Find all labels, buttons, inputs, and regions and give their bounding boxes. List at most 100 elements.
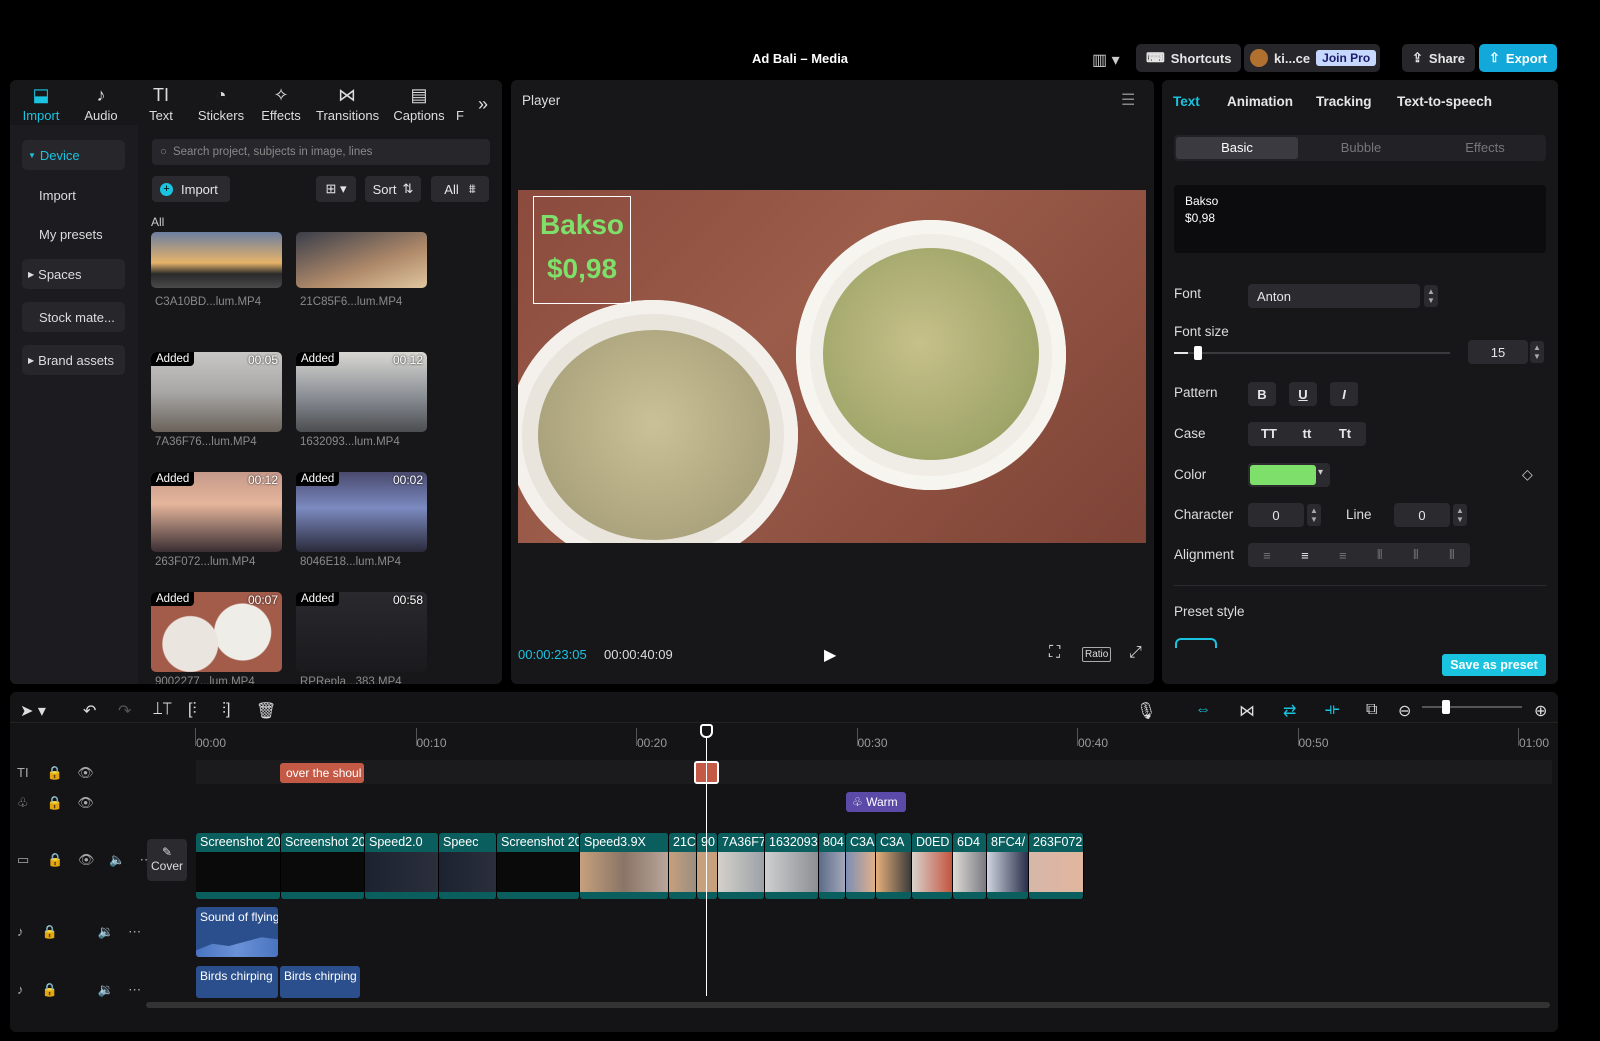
align-middle-icon[interactable]: ⦀ [1413, 547, 1419, 563]
zoom-out-icon[interactable]: ⊖ [1398, 701, 1411, 721]
align-right-icon[interactable]: ≡ [1339, 548, 1347, 563]
video-clip[interactable]: 7A36F7 [718, 833, 765, 899]
titlecase-button[interactable]: Tt [1330, 426, 1360, 441]
video-clip[interactable]: 8FC4/ [987, 833, 1029, 899]
sidebar-item-spaces[interactable]: ▶ Spaces [22, 259, 125, 289]
color-picker[interactable]: ▾ [1248, 463, 1330, 487]
audio-clip-1[interactable]: Sound of flying [196, 907, 278, 957]
eye-icon[interactable]: 👁 [77, 765, 94, 780]
underline-button[interactable]: U [1289, 382, 1317, 406]
props-tab-text-to-speech[interactable]: Text-to-speech [1397, 94, 1492, 109]
tab-transitions[interactable]: ⋈ Transitions [316, 84, 379, 123]
font-select[interactable]: Anton [1248, 284, 1420, 308]
media-thumbnail[interactable]: Added 00:07 [151, 592, 282, 672]
uppercase-button[interactable]: TT [1254, 426, 1284, 441]
lock-icon[interactable]: 🔒 [47, 852, 63, 867]
more-tabs-icon[interactable]: » [478, 94, 488, 115]
subtab-basic[interactable]: Basic [1176, 137, 1298, 159]
italic-button[interactable]: I [1330, 382, 1358, 406]
font-size-stepper[interactable]: ▲ ▼ [1530, 341, 1544, 363]
font-size-slider[interactable] [1174, 346, 1450, 360]
split-right-icon[interactable]: ⫶] [222, 701, 230, 719]
video-clip[interactable]: 6D4 [953, 833, 987, 899]
tab-f[interactable]: F [450, 108, 470, 123]
subtab-effects[interactable]: Effects [1424, 137, 1546, 159]
video-clip[interactable]: Screenshot 20 [497, 833, 580, 899]
video-clip[interactable]: 21C8 [669, 833, 697, 899]
cover-button[interactable]: ✎ Cover [147, 839, 187, 881]
split-left-icon[interactable]: [⫶ [188, 701, 196, 719]
keyframe-icon[interactable]: ◇ [1522, 466, 1533, 483]
save-as-preset-button[interactable]: Save as preset [1442, 654, 1546, 676]
screenshot-icon[interactable]: ⛶ [1049, 644, 1060, 662]
media-thumbnail[interactable]: Added 00:58 [296, 592, 427, 672]
font-size-input[interactable]: 15 [1468, 340, 1528, 364]
playhead-handle[interactable] [700, 724, 713, 738]
sidebar-item-stock-mate-[interactable]: Stock mate... [22, 302, 125, 332]
zoom-slider-handle[interactable] [1442, 700, 1450, 714]
sidebar-item-device[interactable]: ▼ Device [22, 140, 125, 170]
media-thumbnail[interactable] [296, 232, 427, 288]
volume-icon[interactable]: 🔉 [97, 924, 113, 939]
video-clip[interactable]: C3A [846, 833, 876, 899]
character-input[interactable]: 0 [1248, 503, 1304, 527]
preset-item-selected[interactable] [1175, 638, 1217, 648]
play-icon[interactable]: ▶ [824, 645, 836, 665]
video-clip[interactable]: C3A [876, 833, 912, 899]
sidebar-item-import[interactable]: Import [22, 180, 125, 210]
tab-captions[interactable]: ▤ Captions [388, 84, 450, 123]
line-input[interactable]: 0 [1394, 503, 1450, 527]
font-size-slider-handle[interactable] [1193, 346, 1202, 360]
redo-icon[interactable]: ↷ [118, 701, 131, 721]
fullscreen-icon[interactable]: ⤢ [1129, 644, 1142, 662]
microphone-icon[interactable]: 🎙 [1136, 701, 1156, 721]
media-thumbnail[interactable]: Added 00:05 [151, 352, 282, 432]
volume-icon[interactable]: 🔉 [97, 982, 113, 997]
import-button[interactable]: + Import [152, 176, 230, 202]
player-menu-icon[interactable]: ☰ [1121, 90, 1135, 110]
audio-clip-2[interactable]: Birds chirping [196, 966, 278, 998]
user-button[interactable]: ki...ce Join Pro [1244, 44, 1381, 72]
text-clip[interactable]: over the shoul [280, 763, 364, 783]
link-icon[interactable]: ⇔ [1195, 701, 1211, 719]
media-thumbnail[interactable]: Added 00:12 [296, 352, 427, 432]
tab-text[interactable]: TI Text [130, 84, 192, 123]
preview-axis-icon[interactable]: ⟛ [1325, 701, 1340, 719]
snap-icon[interactable]: ⇄ [1283, 701, 1296, 721]
align-bottom-icon[interactable]: ⦀ [1449, 547, 1455, 563]
eye-icon[interactable]: 👁 [78, 852, 95, 867]
ratio-button[interactable]: Ratio [1082, 647, 1112, 662]
props-tab-text[interactable]: Text [1173, 94, 1200, 109]
character-stepper[interactable]: ▲ ▼ [1307, 504, 1321, 526]
media-thumbnail[interactable]: Added 00:12 [151, 472, 282, 552]
video-clip[interactable]: 1632093 [765, 833, 819, 899]
sidebar-item-brand-assets[interactable]: ▶ Brand assets [22, 345, 125, 375]
export-button[interactable]: ⇧ Export [1479, 44, 1558, 72]
undo-icon[interactable]: ↶ [83, 701, 96, 721]
props-tab-tracking[interactable]: Tracking [1316, 94, 1372, 109]
align-top-icon[interactable]: ⦀ [1377, 547, 1383, 563]
video-clip[interactable]: D0ED [912, 833, 953, 899]
shortcuts-button[interactable]: ⌨ Shortcuts [1136, 44, 1242, 72]
media-thumbnail[interactable] [151, 232, 282, 288]
sidebar-item-my-presets[interactable]: My presets [22, 219, 125, 249]
align-center-icon[interactable]: ≡ [1301, 548, 1309, 563]
tab-stickers[interactable]: ◔ Stickers [190, 84, 252, 123]
split-icon[interactable]: ⟘⟙ [153, 701, 172, 719]
font-select-stepper[interactable]: ▲ ▼ [1424, 285, 1438, 307]
lowercase-button[interactable]: tt [1292, 426, 1322, 441]
zoom-in-icon[interactable]: ⊕ [1534, 701, 1547, 721]
sort-button[interactable]: Sort ⇅ [365, 176, 421, 202]
audio-clip-3[interactable]: Birds chirping [280, 966, 360, 998]
subtab-bubble[interactable]: Bubble [1300, 137, 1422, 159]
view-toggle-button[interactable]: ⊞ ▾ [316, 176, 356, 202]
text-overlay[interactable]: Bakso $0,98 [533, 196, 631, 304]
filter-button[interactable]: All ⩩ [431, 176, 489, 202]
share-button[interactable]: ⇪ Share [1402, 44, 1476, 72]
video-clip[interactable]: Screenshot 20 [196, 833, 281, 899]
more-icon[interactable]: ⋯ [128, 924, 141, 939]
lock-icon[interactable]: 🔒 [47, 795, 63, 810]
media-thumbnail[interactable]: Added 00:02 [296, 472, 427, 552]
playhead[interactable] [706, 726, 707, 996]
lock-icon[interactable]: 🔒 [42, 982, 58, 997]
